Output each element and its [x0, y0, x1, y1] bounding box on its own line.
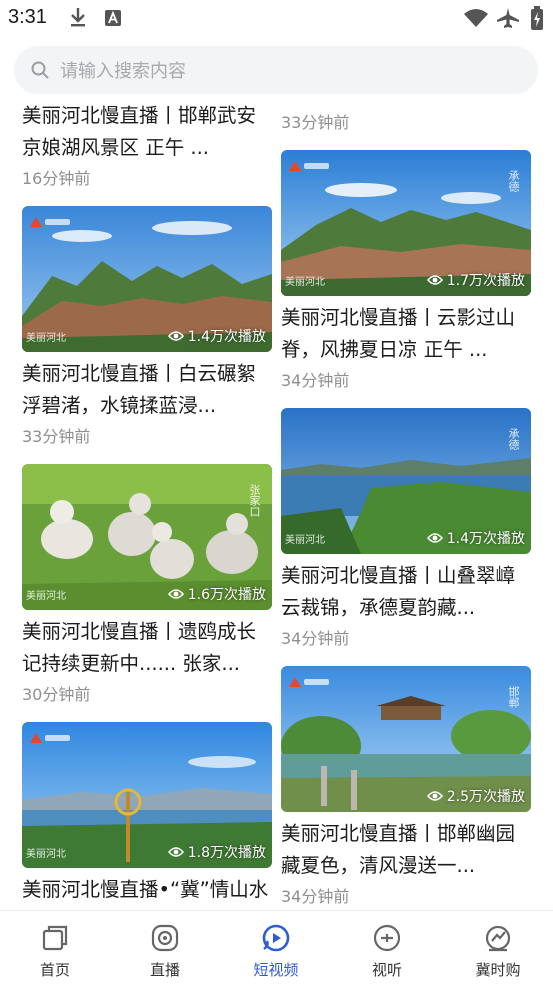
- view-count-text: 1.8万次播放: [187, 845, 266, 861]
- tab-home[interactable]: 首页: [0, 911, 110, 985]
- video-card[interactable]: 美丽河北 1.8万次播放 美丽河北慢直播•“冀”情山水丨夏趣大行，湖光山...: [22, 722, 272, 910]
- home-icon: [42, 925, 68, 951]
- video-time: 33分钟前: [22, 427, 91, 446]
- search-placeholder: 请输入搜索内容: [60, 61, 186, 82]
- channel-logo: [287, 674, 331, 688]
- view-count: 1.6万次播放: [167, 584, 266, 604]
- video-title: 美丽河北慢直播丨云影过山脊，风拂夏日凉 正午 ...: [281, 306, 516, 361]
- vertical-caption: 承德: [507, 170, 520, 192]
- feed-column-left: 美丽河北慢直播丨邯郸武安 京娘湖风景区 正午 ... 16分钟前 美丽河北 1.…: [22, 100, 272, 910]
- view-count-text: 1.7万次播放: [446, 273, 525, 289]
- brand-watermark: 美丽河北: [26, 333, 66, 344]
- eye-icon: [167, 847, 184, 857]
- video-time: 33分钟前: [281, 113, 350, 132]
- text-notification-icon: [105, 10, 121, 26]
- status-bar: 3:31: [0, 0, 553, 38]
- brand-watermark: 美丽河北: [26, 849, 66, 860]
- eye-icon: [167, 589, 184, 599]
- video-thumbnail[interactable]: 美丽河北 1.8万次播放: [22, 722, 272, 868]
- vertical-caption: 承德: [507, 428, 520, 450]
- tab-shop[interactable]: 冀时购: [443, 911, 553, 985]
- video-thumbnail[interactable]: 张家口 美丽河北 1.6万次播放: [22, 464, 272, 610]
- live-icon: [151, 924, 179, 952]
- video-thumbnail[interactable]: 承德 美丽河北 1.4万次播放: [281, 408, 531, 554]
- eye-icon: [426, 533, 443, 543]
- eye-icon: [426, 275, 443, 285]
- view-count: 2.5万次播放: [426, 786, 525, 806]
- video-time: 34分钟前: [281, 371, 350, 390]
- view-count: 1.4万次播放: [167, 326, 266, 346]
- view-count-text: 1.4万次播放: [446, 531, 525, 547]
- view-count: 1.8万次播放: [167, 842, 266, 862]
- video-card[interactable]: 美丽河北慢直播丨邯郸武安 京娘湖风景区 正午 ... 16分钟前: [22, 100, 272, 190]
- tab-label: 短视频: [253, 961, 299, 979]
- eye-icon: [426, 791, 443, 801]
- battery-charging-icon: [531, 6, 543, 30]
- video-thumbnail[interactable]: 承德 美丽河北 1.7万次播放: [281, 150, 531, 296]
- tab-listen[interactable]: 视听: [332, 911, 442, 985]
- search-icon: [31, 61, 49, 79]
- video-thumbnail[interactable]: 邯郸 2.5万次播放: [281, 666, 531, 812]
- video-card[interactable]: 33分钟前: [281, 112, 531, 134]
- tab-label: 冀时购: [475, 961, 521, 979]
- channel-logo: [287, 158, 331, 172]
- tab-label: 首页: [39, 961, 70, 979]
- short-video-icon: [262, 924, 290, 952]
- video-time: 34分钟前: [281, 629, 350, 648]
- video-title: 美丽河北慢直播丨山叠翠嶂云裁锦，承德夏韵藏...: [281, 564, 516, 619]
- video-title: 美丽河北慢直播丨白云碾絮浮碧渚，水镜揉蓝浸...: [22, 362, 257, 417]
- listen-icon: [373, 924, 401, 952]
- status-time: 3:31: [8, 6, 47, 28]
- view-count-text: 2.5万次播放: [446, 789, 525, 805]
- video-time: 30分钟前: [22, 685, 91, 704]
- tab-short-video[interactable]: 短视频: [221, 911, 331, 985]
- video-card[interactable]: 张家口 美丽河北 1.6万次播放 美丽河北慢直播丨遗鸥成长记持续更新中.....…: [22, 464, 272, 706]
- bottom-tab-bar: 首页 直播 短视频 视听 冀时购: [0, 910, 553, 985]
- video-thumbnail[interactable]: 美丽河北 1.4万次播放: [22, 206, 272, 352]
- tab-label: 直播: [149, 961, 180, 979]
- video-title: 美丽河北慢直播丨遗鸥成长记持续更新中...... 张家...: [22, 620, 257, 675]
- video-card[interactable]: 美丽河北 1.4万次播放 美丽河北慢直播丨白云碾絮浮碧渚，水镜揉蓝浸... 33…: [22, 206, 272, 448]
- tab-live[interactable]: 直播: [110, 911, 220, 985]
- vertical-caption: 张家口: [248, 484, 261, 517]
- video-title: 美丽河北慢直播丨邯郸幽园藏夏色，清风漫送一...: [281, 822, 516, 877]
- search-bar: 请输入搜索内容: [0, 38, 553, 100]
- download-icon: [71, 8, 85, 27]
- airplane-mode-icon: [497, 8, 519, 28]
- channel-logo: [28, 730, 72, 744]
- channel-logo: [28, 214, 72, 228]
- video-card[interactable]: 邯郸 2.5万次播放 美丽河北慢直播丨邯郸幽园藏夏色，清风漫送一... 34分钟…: [281, 666, 531, 908]
- shop-icon: [485, 925, 511, 952]
- view-count-text: 1.4万次播放: [187, 329, 266, 345]
- feed-column-right: 33分钟前 承德 美丽河北 1.7万次播放 美丽河北慢直播丨云影过山脊，风拂夏日…: [281, 108, 531, 908]
- tab-label: 视听: [371, 961, 402, 979]
- wifi-icon: [464, 9, 488, 27]
- video-feed[interactable]: 美丽河北慢直播丨邯郸武安 京娘湖风景区 正午 ... 16分钟前 美丽河北 1.…: [0, 100, 553, 910]
- video-card[interactable]: 承德 美丽河北 1.7万次播放 美丽河北慢直播丨云影过山脊，风拂夏日凉 正午 .…: [281, 150, 531, 392]
- video-title: 美丽河北慢直播•“冀”情山水丨夏趣大行，湖光山...: [22, 878, 269, 901]
- video-title: 美丽河北慢直播丨邯郸武安 京娘湖风景区 正午 ...: [22, 104, 257, 159]
- vertical-caption: 邯郸: [507, 686, 520, 708]
- video-time: 16分钟前: [22, 169, 91, 188]
- search-input[interactable]: 请输入搜索内容: [14, 46, 538, 94]
- view-count: 1.7万次播放: [426, 270, 525, 290]
- video-card[interactable]: 承德 美丽河北 1.4万次播放 美丽河北慢直播丨山叠翠嶂云裁锦，承德夏韵藏...…: [281, 408, 531, 650]
- brand-watermark: 美丽河北: [285, 277, 325, 288]
- view-count: 1.4万次播放: [426, 528, 525, 548]
- view-count-text: 1.6万次播放: [187, 587, 266, 603]
- video-time: 34分钟前: [281, 887, 350, 906]
- brand-watermark: 美丽河北: [285, 535, 325, 546]
- brand-watermark: 美丽河北: [26, 591, 66, 602]
- eye-icon: [167, 331, 184, 341]
